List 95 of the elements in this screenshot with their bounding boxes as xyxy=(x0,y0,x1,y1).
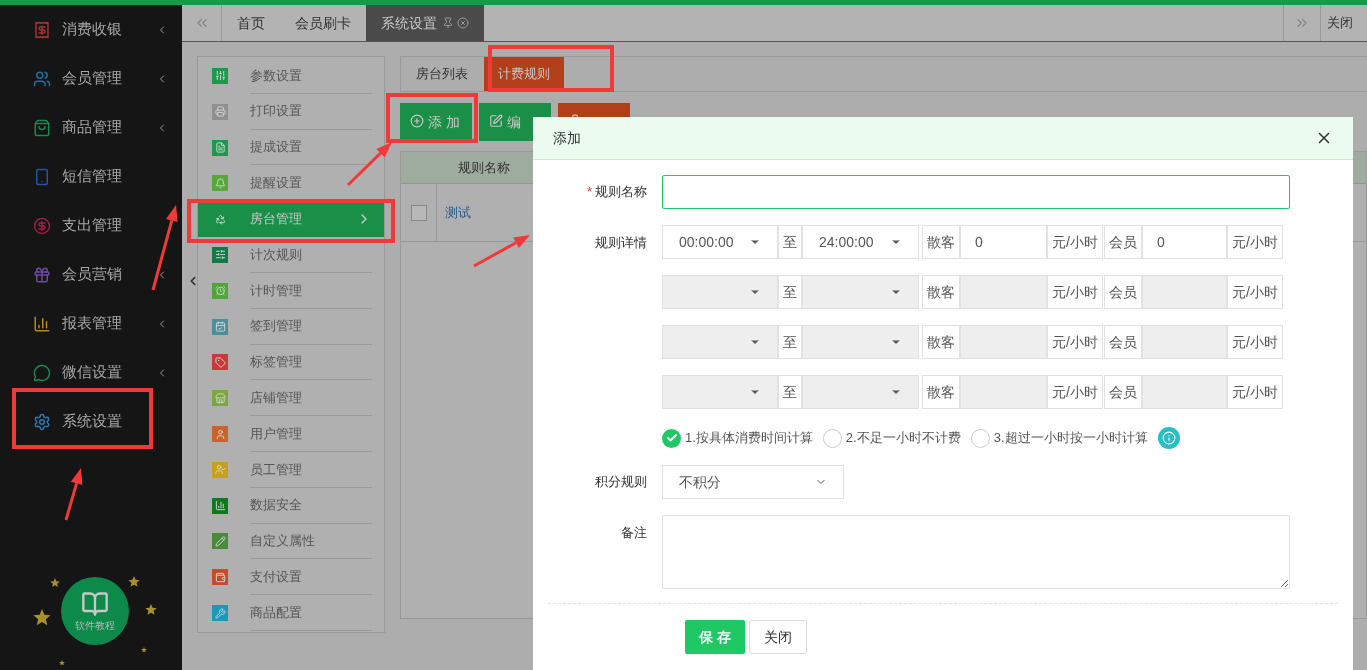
time-select[interactable] xyxy=(802,275,919,309)
sidebar-item[interactable]: 会员营销 xyxy=(0,250,182,299)
page-tab[interactable]: 首页 xyxy=(222,5,280,41)
column-header: 规则名称 xyxy=(456,158,511,177)
field-label: 备注 xyxy=(620,524,647,542)
field-label: 元/小时 xyxy=(1047,325,1103,359)
time-select[interactable]: 00:00:00 xyxy=(662,225,778,259)
add-button[interactable]: 添 加 xyxy=(400,103,472,141)
row-checkbox[interactable] xyxy=(410,204,427,221)
field-label: 会员 xyxy=(1103,275,1142,309)
settings-menu-item[interactable]: 计次规则 xyxy=(198,237,384,273)
field-label: 会员 xyxy=(1103,225,1142,259)
radio-button[interactable] xyxy=(662,428,681,448)
field-label: 元/小时 xyxy=(1047,375,1103,409)
price-field[interactable] xyxy=(960,275,1047,309)
edit-icon xyxy=(489,114,503,128)
price-field[interactable] xyxy=(1141,325,1227,359)
field-label: 规则详情 xyxy=(594,234,647,252)
price-field[interactable] xyxy=(960,375,1047,409)
radio-button[interactable] xyxy=(970,428,990,448)
field-label: 至 xyxy=(778,275,802,309)
settings-menu-item[interactable]: 数据安全 xyxy=(198,487,384,524)
price-field[interactable] xyxy=(960,325,1047,359)
sidebar-item[interactable]: 消费收银 xyxy=(0,5,182,54)
content-tab[interactable]: 房台列表 xyxy=(402,57,482,91)
save-button[interactable]: 保 存 xyxy=(685,620,745,654)
sidebar-item[interactable]: 支出管理 xyxy=(0,201,182,250)
field-label: 规则名称 xyxy=(595,184,647,200)
settings-menu-item[interactable]: 店铺管理 xyxy=(198,380,384,417)
sidebar-item[interactable]: 系统设置 xyxy=(0,397,182,446)
field-label: 至 xyxy=(778,375,802,409)
price-field[interactable] xyxy=(1141,275,1227,309)
close-operations-button[interactable]: 关闭 xyxy=(1321,5,1367,41)
field-label: 会员 xyxy=(1103,375,1142,409)
field-label: 散客 xyxy=(922,325,960,359)
annotation-arrow xyxy=(346,142,392,187)
field-label: 元/小时 xyxy=(1226,375,1283,409)
settings-menu-item[interactable]: 员工管理 xyxy=(198,451,384,488)
field-label: 积分规则 xyxy=(594,473,647,492)
field-label: 散客 xyxy=(922,225,960,259)
sidebar-item[interactable]: 商品管理 xyxy=(0,103,182,152)
annotation-arrow xyxy=(473,235,530,268)
settings-menu-item[interactable]: 签到管理 xyxy=(198,308,384,345)
plus-icon xyxy=(410,114,424,128)
settings-menu-item[interactable]: 标签管理 xyxy=(198,344,384,381)
rule-name-input[interactable] xyxy=(662,175,1290,209)
sidebar-item[interactable]: 微信设置 xyxy=(0,348,182,397)
pin-icon xyxy=(442,17,454,29)
time-select[interactable] xyxy=(802,375,919,409)
rule-name-link[interactable]: 测试 xyxy=(445,202,471,223)
field-label: 元/小时 xyxy=(1226,225,1283,259)
time-select[interactable]: 24:00:00 xyxy=(802,225,919,259)
field-label: 会员 xyxy=(1103,325,1142,359)
settings-menu-item[interactable]: 商品配置 xyxy=(198,595,384,631)
field-label: 至 xyxy=(778,225,802,259)
settings-menu-item[interactable]: 提醒设置 xyxy=(198,165,384,202)
close-button[interactable]: 关闭 xyxy=(748,620,807,654)
settings-menu-item[interactable]: 参数设置 xyxy=(198,58,384,94)
field-label: 散客 xyxy=(922,275,960,309)
radio-label: 2.不足一小时不计费 xyxy=(845,429,961,448)
points-select[interactable]: 不积分 xyxy=(662,465,844,499)
radio-label: 1.按具体消费时间计算 xyxy=(685,429,813,448)
settings-menu-item[interactable]: 自定义属性 xyxy=(198,523,384,560)
page-tab[interactable]: 会员刷卡 xyxy=(280,5,366,41)
field-label: 元/小时 xyxy=(1047,275,1103,309)
price-field[interactable]: 0 xyxy=(1141,225,1227,259)
tutorial-button[interactable]: 软件教程 xyxy=(61,577,129,645)
settings-menu-item[interactable]: 用户管理 xyxy=(198,416,384,452)
field-label: 元/小时 xyxy=(1226,275,1283,309)
radio-button[interactable] xyxy=(822,428,842,448)
scroll-right-button[interactable] xyxy=(1283,5,1321,41)
field-label: 散客 xyxy=(922,375,960,409)
content-tab[interactable]: 计费规则 xyxy=(484,57,564,91)
price-field[interactable]: 0 xyxy=(960,225,1047,259)
settings-menu-item[interactable]: 打印设置 xyxy=(198,93,384,130)
dialog-title: 添加 xyxy=(553,128,581,148)
field-label: 元/小时 xyxy=(1226,325,1283,359)
sidebar-item[interactable]: 短信管理 xyxy=(0,152,182,201)
settings-menu-item[interactable]: 支付设置 xyxy=(198,559,384,596)
page-tab[interactable]: 系统设置 xyxy=(366,5,484,41)
sidebar-item[interactable]: 报表管理 xyxy=(0,299,182,348)
time-select[interactable] xyxy=(802,325,919,359)
price-field[interactable] xyxy=(1141,375,1227,409)
check-icon xyxy=(665,432,678,444)
settings-menu-item[interactable]: 计时管理 xyxy=(198,272,384,309)
settings-menu-item[interactable]: 提成设置 xyxy=(198,129,384,166)
radio-label: 3.超过一小时按一小时计算 xyxy=(993,429,1148,448)
settings-menu-item[interactable]: 房台管理 xyxy=(198,201,384,238)
field-label: 至 xyxy=(778,325,802,359)
field-label: 元/小时 xyxy=(1047,225,1103,259)
info-icon[interactable] xyxy=(1157,427,1180,449)
required-mark: * xyxy=(586,184,592,200)
remark-field[interactable] xyxy=(662,515,1290,589)
annotation-arrow xyxy=(64,468,83,521)
sidebar-item[interactable]: 会员管理 xyxy=(0,54,182,103)
